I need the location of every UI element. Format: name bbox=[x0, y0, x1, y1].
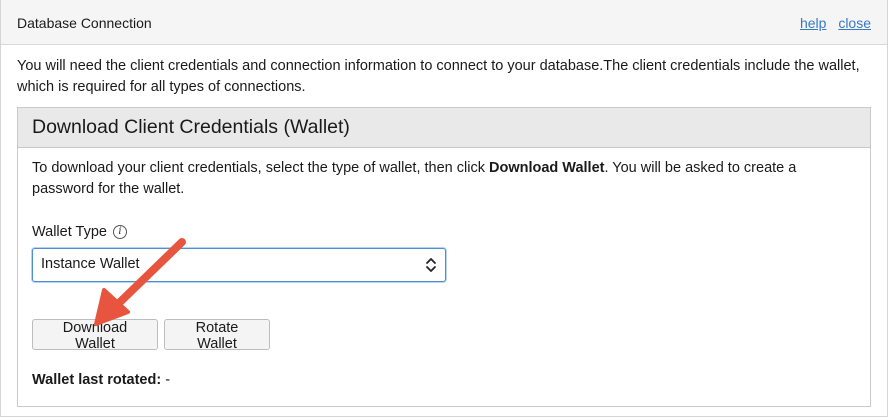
info-icon[interactable]: i bbox=[112, 225, 127, 239]
wallet-type-selected-value: Instance Wallet bbox=[41, 256, 140, 272]
database-connection-dialog: Database Connection help close You will … bbox=[0, 0, 888, 417]
last-rotated-value: - bbox=[165, 372, 171, 388]
last-rotated-label: Wallet last rotated: bbox=[32, 372, 162, 388]
intro-text: You will need the client credentials and… bbox=[17, 58, 860, 95]
wallet-type-label-text: Wallet Type bbox=[32, 224, 107, 240]
wallet-type-select[interactable]: Instance Wallet bbox=[32, 248, 446, 282]
instructions-text-bold: Download Wallet bbox=[489, 160, 605, 176]
chevron-up-down-icon bbox=[426, 258, 436, 272]
wallet-last-rotated: Wallet last rotated: - bbox=[32, 372, 170, 388]
download-wallet-button[interactable]: Download Wallet bbox=[32, 319, 158, 352]
dialog-title: Database Connection bbox=[17, 15, 152, 31]
panel-title: Download Client Credentials (Wallet) bbox=[18, 108, 870, 148]
dialog-header: Database Connection help close bbox=[1, 0, 887, 45]
close-link[interactable]: close bbox=[838, 15, 871, 31]
wallet-panel: Download Client Credentials (Wallet) To … bbox=[17, 107, 871, 407]
header-links: help close bbox=[792, 15, 871, 31]
panel-instructions: To download your client credentials, sel… bbox=[32, 158, 862, 200]
instructions-text-start: To download your client credentials, sel… bbox=[32, 160, 489, 176]
rotate-wallet-button[interactable]: Rotate Wallet bbox=[164, 319, 270, 352]
help-link[interactable]: help bbox=[800, 15, 826, 31]
wallet-type-label: Wallet Type i bbox=[32, 224, 127, 240]
